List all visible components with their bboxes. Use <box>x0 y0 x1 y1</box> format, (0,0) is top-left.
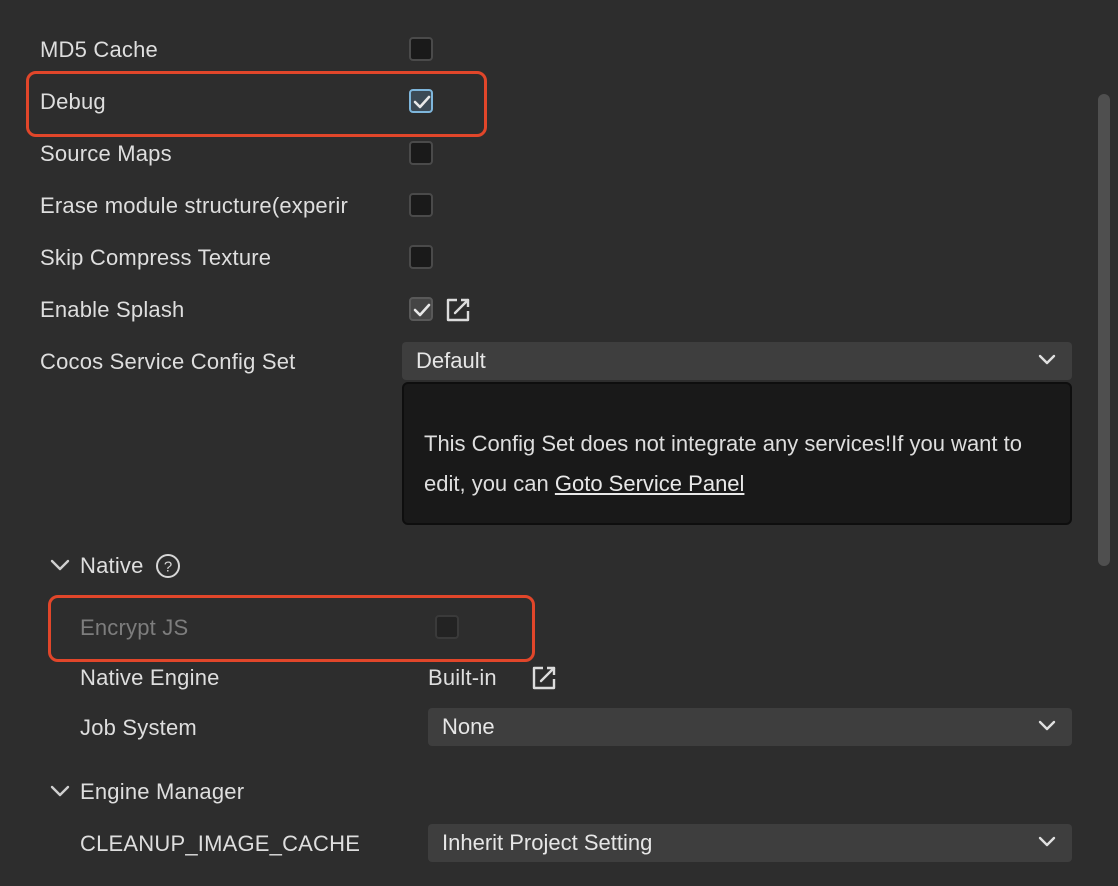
erase-module-structure-checkbox[interactable] <box>409 193 433 217</box>
goto-service-panel-link[interactable]: Goto Service Panel <box>555 471 745 496</box>
engine-manager-section-title[interactable]: Engine Manager <box>80 778 244 806</box>
job-system-label: Job System <box>80 715 197 740</box>
job-system-value: None <box>442 714 495 739</box>
debug-checkbox[interactable] <box>409 89 433 113</box>
encrypt-js-label: Encrypt JS <box>80 615 189 640</box>
skip-compress-texture-checkbox[interactable] <box>409 245 433 269</box>
service-config-label: Cocos Service Config Set <box>40 349 296 374</box>
enable-splash-checkbox[interactable] <box>409 297 433 321</box>
source-maps-checkbox[interactable] <box>409 141 433 165</box>
chevron-down-icon[interactable] <box>50 785 70 799</box>
check-icon <box>413 303 431 317</box>
job-system-select[interactable]: None <box>428 708 1072 746</box>
debug-label: Debug <box>40 89 106 114</box>
help-icon[interactable]: ? <box>155 553 181 579</box>
chevron-down-icon <box>1038 720 1056 731</box>
help-glyph: ? <box>164 559 172 576</box>
md5-cache-label: MD5 Cache <box>40 37 158 62</box>
chevron-down-icon[interactable] <box>50 559 70 573</box>
scrollbar-thumb[interactable] <box>1098 94 1110 566</box>
service-info-box: This Config Set does not integrate any s… <box>402 382 1072 525</box>
build-settings-panel: MD5 Cache Debug Source Maps Erase module… <box>0 0 1118 886</box>
erase-module-structure-label: Erase module structure(experir <box>40 193 349 218</box>
service-config-value: Default <box>416 348 486 373</box>
native-engine-value: Built-in <box>428 665 497 690</box>
check-icon <box>413 95 431 109</box>
enable-splash-label: Enable Splash <box>40 297 185 322</box>
skip-compress-texture-label: Skip Compress Texture <box>40 245 272 270</box>
chevron-down-icon <box>1038 836 1056 847</box>
service-info-text: This Config Set does not integrate any s… <box>424 424 1054 504</box>
md5-cache-checkbox[interactable] <box>409 37 433 61</box>
service-config-select[interactable]: Default <box>402 342 1072 380</box>
cleanup-image-cache-value: Inherit Project Setting <box>442 830 653 855</box>
cleanup-image-cache-label: CLEANUP_IMAGE_CACHE <box>80 831 361 856</box>
native-engine-label: Native Engine <box>80 665 220 690</box>
edit-icon[interactable] <box>531 665 557 691</box>
edit-icon[interactable] <box>445 297 471 323</box>
native-section-title[interactable]: Native <box>80 552 144 580</box>
cleanup-image-cache-select[interactable]: Inherit Project Setting <box>428 824 1072 862</box>
encrypt-js-checkbox[interactable] <box>435 615 459 639</box>
source-maps-label: Source Maps <box>40 141 172 166</box>
chevron-down-icon <box>1038 354 1056 365</box>
